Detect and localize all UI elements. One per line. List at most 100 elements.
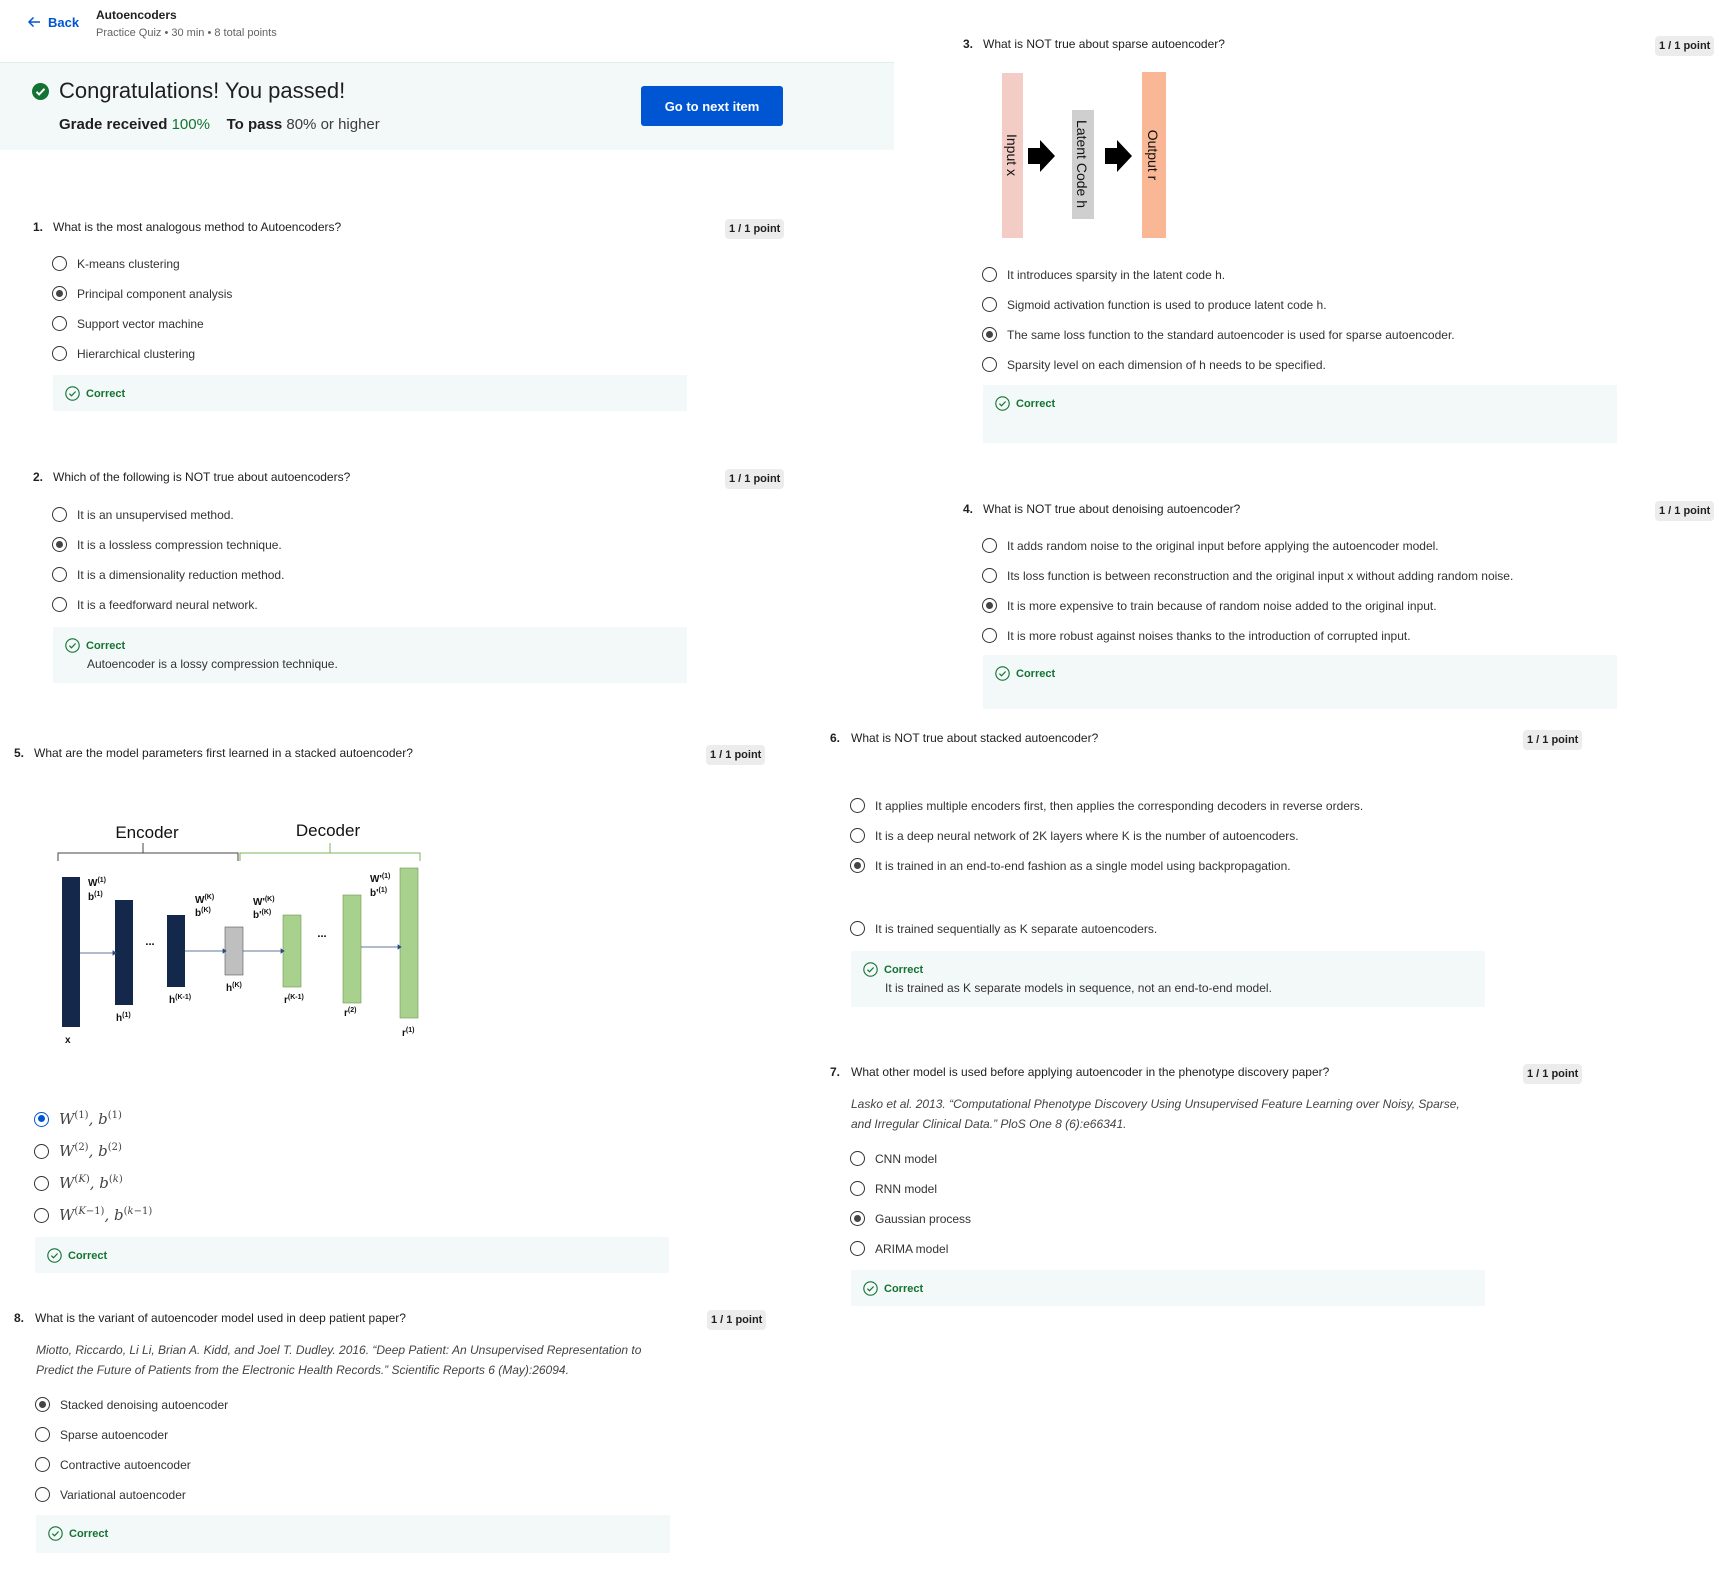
- radio-button[interactable]: [34, 1175, 49, 1191]
- q6-option[interactable]: It applies multiple encoders first, then…: [850, 798, 1363, 813]
- q2-option[interactable]: It is a lossless compression technique.: [52, 537, 282, 552]
- radio-button[interactable]: [34, 1207, 49, 1223]
- radio-button[interactable]: [52, 567, 67, 582]
- correct-label: Correct: [1016, 667, 1056, 680]
- radio-button[interactable]: [52, 597, 67, 612]
- q1-option[interactable]: K-means clustering: [52, 256, 180, 271]
- bias-label: b(K): [195, 907, 211, 919]
- radio-button[interactable]: [850, 798, 865, 813]
- option-label: It is more robust against noises thanks …: [1007, 628, 1411, 643]
- radio-button-selected[interactable]: [982, 598, 997, 613]
- radio-button[interactable]: [850, 1181, 865, 1196]
- radio-button-selected[interactable]: [850, 1211, 865, 1226]
- q8-text: What is the variant of autoencoder model…: [35, 1311, 406, 1325]
- layer-bar: [399, 867, 419, 1019]
- q5-option[interactable]: W(K), b(k): [34, 1174, 123, 1192]
- option-label: Sparsity level on each dimension of h ne…: [1007, 357, 1326, 372]
- radio-button[interactable]: [850, 1241, 865, 1256]
- check-circle-icon: [65, 386, 80, 401]
- q3-text: What is NOT true about sparse autoencode…: [983, 37, 1225, 51]
- back-link[interactable]: Back: [26, 14, 79, 30]
- radio-button[interactable]: [52, 507, 67, 522]
- radio-button-selected[interactable]: [34, 1111, 49, 1127]
- q4-option[interactable]: Its loss function is between reconstruct…: [982, 568, 1513, 583]
- q1-option[interactable]: Hierarchical clustering: [52, 346, 195, 361]
- radio-button-selected[interactable]: [35, 1397, 50, 1412]
- bias-label: b(1): [88, 891, 103, 903]
- check-circle-icon: [863, 1281, 878, 1296]
- ellipsis-label: ...: [145, 936, 154, 948]
- q6-option[interactable]: It is trained sequentially as K separate…: [850, 921, 1157, 936]
- radio-button[interactable]: [52, 316, 67, 331]
- radio-button[interactable]: [850, 921, 865, 936]
- bias-label: b'(K): [253, 909, 271, 921]
- q8-option[interactable]: Contractive autoencoder: [35, 1457, 191, 1472]
- option-label: It is trained sequentially as K separate…: [875, 921, 1158, 936]
- option-label: Sparse autoencoder: [60, 1427, 169, 1442]
- q1-option[interactable]: Principal component analysis: [52, 286, 232, 301]
- q2-feedback: Correct Autoencoder is a lossy compressi…: [53, 627, 687, 683]
- radio-button[interactable]: [982, 357, 997, 372]
- radio-button[interactable]: [35, 1457, 50, 1472]
- q2-option[interactable]: It is an unsupervised method.: [52, 507, 234, 522]
- q3-points: 1 / 1 point: [1655, 36, 1715, 56]
- q3-option[interactable]: Sigmoid activation function is used to p…: [982, 297, 1327, 312]
- radio-button[interactable]: [982, 628, 997, 643]
- input-label: Input x: [1004, 134, 1020, 176]
- radio-button[interactable]: [850, 1151, 865, 1166]
- radio-button[interactable]: [52, 256, 67, 271]
- radio-button[interactable]: [52, 346, 67, 361]
- radio-button-selected[interactable]: [52, 286, 67, 301]
- q8-option[interactable]: Variational autoencoder: [35, 1487, 186, 1502]
- output-label: Output r: [1145, 130, 1161, 181]
- next-item-button[interactable]: Go to next item: [641, 86, 783, 126]
- layer-bar: [115, 900, 133, 1005]
- q8-option[interactable]: Stacked denoising autoencoder: [35, 1397, 228, 1412]
- citation-line: Miotto, Riccardo, Li Li, Brian A. Kidd, …: [36, 1343, 642, 1357]
- radio-button-selected[interactable]: [52, 537, 67, 552]
- q7-text: What other model is used before applying…: [851, 1065, 1330, 1079]
- q3-option[interactable]: The same loss function to the standard a…: [982, 327, 1455, 342]
- q2-option[interactable]: It is a dimensionality reduction method.: [52, 567, 284, 582]
- option-label: It is a feedforward neural network.: [77, 597, 258, 612]
- q4-feedback: Correct: [983, 655, 1617, 709]
- layer-bar: [62, 877, 80, 1027]
- decoder-label: Decoder: [296, 821, 361, 840]
- q7-option[interactable]: ARIMA model: [850, 1241, 948, 1256]
- q6-option[interactable]: It is trained in an end-to-end fashion a…: [850, 858, 1291, 873]
- grade-label: Grade received: [59, 116, 168, 133]
- back-label: Back: [48, 14, 80, 30]
- q7-option[interactable]: RNN model: [850, 1181, 937, 1196]
- q4-option[interactable]: It is more expensive to train because of…: [982, 598, 1437, 613]
- q7-option[interactable]: CNN model: [850, 1151, 937, 1166]
- radio-button[interactable]: [982, 568, 997, 583]
- layer-label: h(K-1): [169, 994, 191, 1006]
- radio-button-selected[interactable]: [982, 327, 997, 342]
- radio-button[interactable]: [982, 538, 997, 553]
- q3-option[interactable]: Sparsity level on each dimension of h ne…: [982, 357, 1326, 372]
- q2-points: 1 / 1 point: [725, 469, 785, 489]
- radio-button[interactable]: [982, 297, 997, 312]
- q4-option[interactable]: It is more robust against noises thanks …: [982, 628, 1411, 643]
- q1-option[interactable]: Support vector machine: [52, 316, 204, 331]
- radio-button[interactable]: [982, 267, 997, 282]
- q5-option[interactable]: W(1), b(1): [34, 1110, 122, 1128]
- option-label: Stacked denoising autoencoder: [60, 1397, 229, 1412]
- option-label: It introduces sparsity in the latent cod…: [1007, 267, 1226, 282]
- q8-option[interactable]: Sparse autoencoder: [35, 1427, 168, 1442]
- q4-option[interactable]: It adds random noise to the original inp…: [982, 538, 1439, 553]
- q6-option[interactable]: It is a deep neural network of 2K layers…: [850, 828, 1299, 843]
- q7-option[interactable]: Gaussian process: [850, 1211, 971, 1226]
- radio-button[interactable]: [34, 1143, 49, 1159]
- q2-option[interactable]: It is a feedforward neural network.: [52, 597, 258, 612]
- option-label: It is a deep neural network of 2K layers…: [875, 828, 1299, 843]
- q3-option[interactable]: It introduces sparsity in the latent cod…: [982, 267, 1225, 282]
- q5-option[interactable]: W(2), b(2): [34, 1142, 122, 1160]
- radio-button[interactable]: [35, 1427, 50, 1442]
- radio-button-selected[interactable]: [850, 858, 865, 873]
- radio-button[interactable]: [35, 1487, 50, 1502]
- radio-button[interactable]: [850, 828, 865, 843]
- option-label: RNN model: [875, 1181, 938, 1196]
- q5-option[interactable]: W(K−1), b(k−1): [34, 1206, 152, 1224]
- q2-number: 2.: [33, 470, 44, 484]
